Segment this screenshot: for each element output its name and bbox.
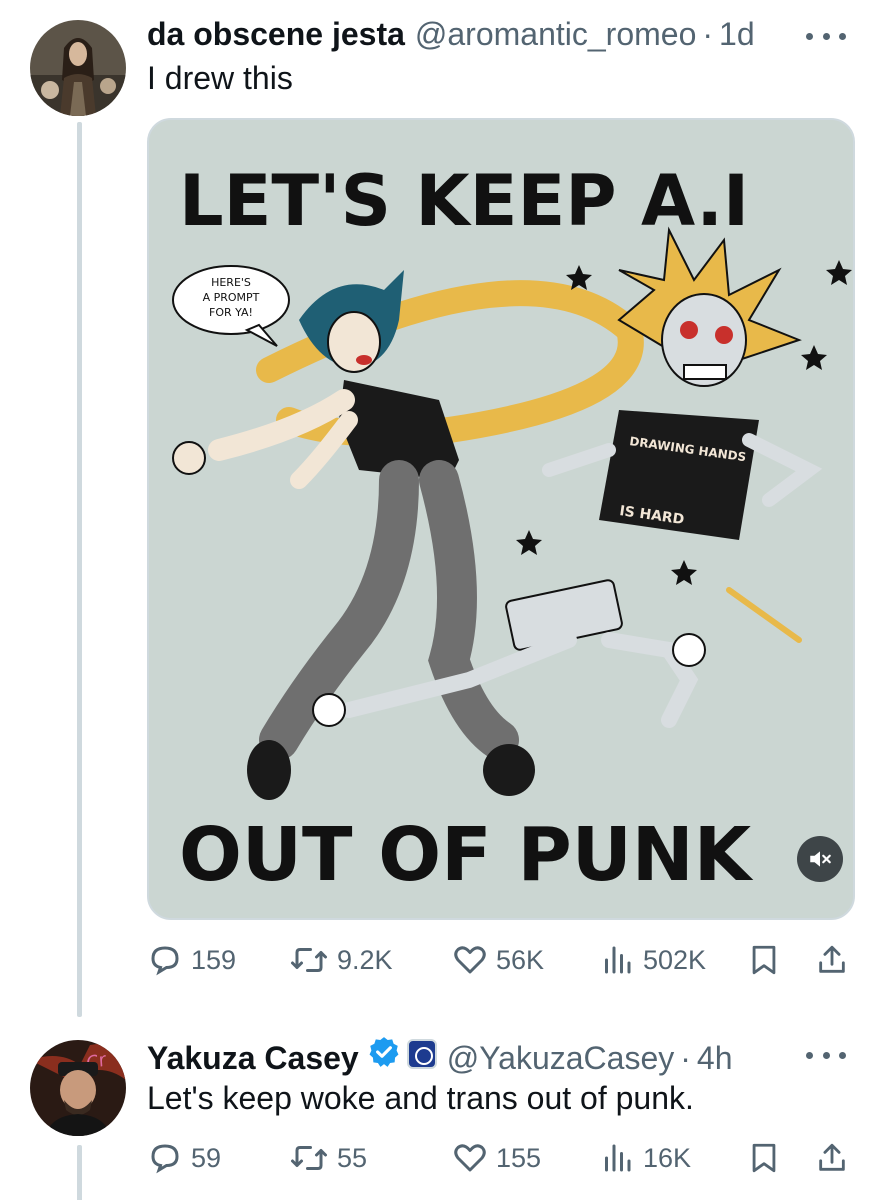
heart-icon [454, 1144, 486, 1172]
view-count: 16K [643, 1142, 692, 1173]
tweet-text: Let's keep woke and trans out of punk. [147, 1080, 694, 1116]
views-chart-icon [605, 946, 631, 974]
more-options-icon[interactable] [806, 30, 846, 42]
tweet-action-bar: 59 55 155 16K [147, 1133, 857, 1183]
reply-count: 159 [191, 944, 237, 975]
display-name[interactable]: Yakuza Casey [147, 1040, 359, 1077]
tweet-header: da obscene jesta @aromantic_romeo · 1d [147, 16, 755, 53]
bookmark-button[interactable] [747, 1133, 781, 1183]
thread-connector-line [77, 1145, 82, 1200]
user-handle[interactable]: @aromantic_romeo [415, 16, 696, 53]
like-count: 155 [496, 1142, 542, 1173]
poster-title-top: LET'S KEEP A.I [179, 160, 749, 242]
poster-title-bottom: OUT OF PUNK [179, 812, 754, 898]
share-icon [819, 1143, 845, 1171]
mute-toggle-button[interactable] [797, 836, 843, 882]
avatar[interactable]: Cr [30, 1040, 126, 1136]
reply-button[interactable]: 159 [147, 935, 236, 985]
view-count: 502K [643, 944, 707, 975]
more-options-icon[interactable] [806, 1049, 846, 1061]
repost-button[interactable]: 9.2K [289, 935, 393, 985]
tweet-text: I drew this [147, 60, 293, 96]
views-button[interactable]: 502K [599, 935, 706, 985]
like-button[interactable]: 56K [452, 935, 544, 985]
like-button[interactable]: 155 [452, 1133, 541, 1183]
affiliate-badge-icon[interactable] [406, 1039, 437, 1069]
avatar[interactable] [30, 20, 126, 116]
speech-line-2: A PROMPT [203, 291, 260, 304]
repost-count: 55 [337, 1142, 368, 1173]
display-name[interactable]: da obscene jesta [147, 16, 405, 53]
bookmark-button[interactable] [747, 935, 781, 985]
repost-button[interactable]: 55 [289, 1133, 367, 1183]
tweet-header: Yakuza Casey @YakuzaCasey · 4h [147, 1035, 733, 1077]
reply-icon [151, 1144, 179, 1174]
timestamp[interactable]: 4h [697, 1040, 733, 1077]
views-chart-icon [605, 1144, 631, 1172]
thread-connector-line [77, 122, 82, 1017]
repost-icon [291, 948, 327, 972]
separator-dot: · [680, 1040, 691, 1076]
reply-count: 59 [191, 1142, 222, 1173]
heart-icon [454, 946, 486, 974]
speech-line-3: FOR YA! [209, 306, 253, 319]
repost-count: 9.2K [337, 944, 393, 975]
reply-icon [151, 946, 179, 976]
share-button[interactable] [815, 1133, 849, 1183]
bookmark-icon [752, 1143, 776, 1173]
reply-button[interactable]: 59 [147, 1133, 221, 1183]
tweet-media-image[interactable]: LET'S KEEP A.I HERE'S A PROMPT FOR YA! D… [147, 118, 855, 920]
tweet-action-bar: 159 9.2K 56K 502K [147, 935, 857, 985]
verified-badge-icon[interactable] [367, 1035, 401, 1069]
timestamp[interactable]: 1d [719, 16, 755, 53]
views-button[interactable]: 16K [599, 1133, 691, 1183]
like-count: 56K [496, 944, 545, 975]
separator-dot: · [702, 16, 714, 52]
speech-line-1: HERE'S [211, 276, 251, 289]
repost-icon [291, 1146, 327, 1170]
share-button[interactable] [815, 935, 849, 985]
speaker-muted-icon [810, 851, 831, 867]
user-handle[interactable]: @YakuzaCasey [447, 1040, 675, 1077]
bookmark-icon [752, 945, 776, 975]
share-icon [819, 945, 845, 973]
